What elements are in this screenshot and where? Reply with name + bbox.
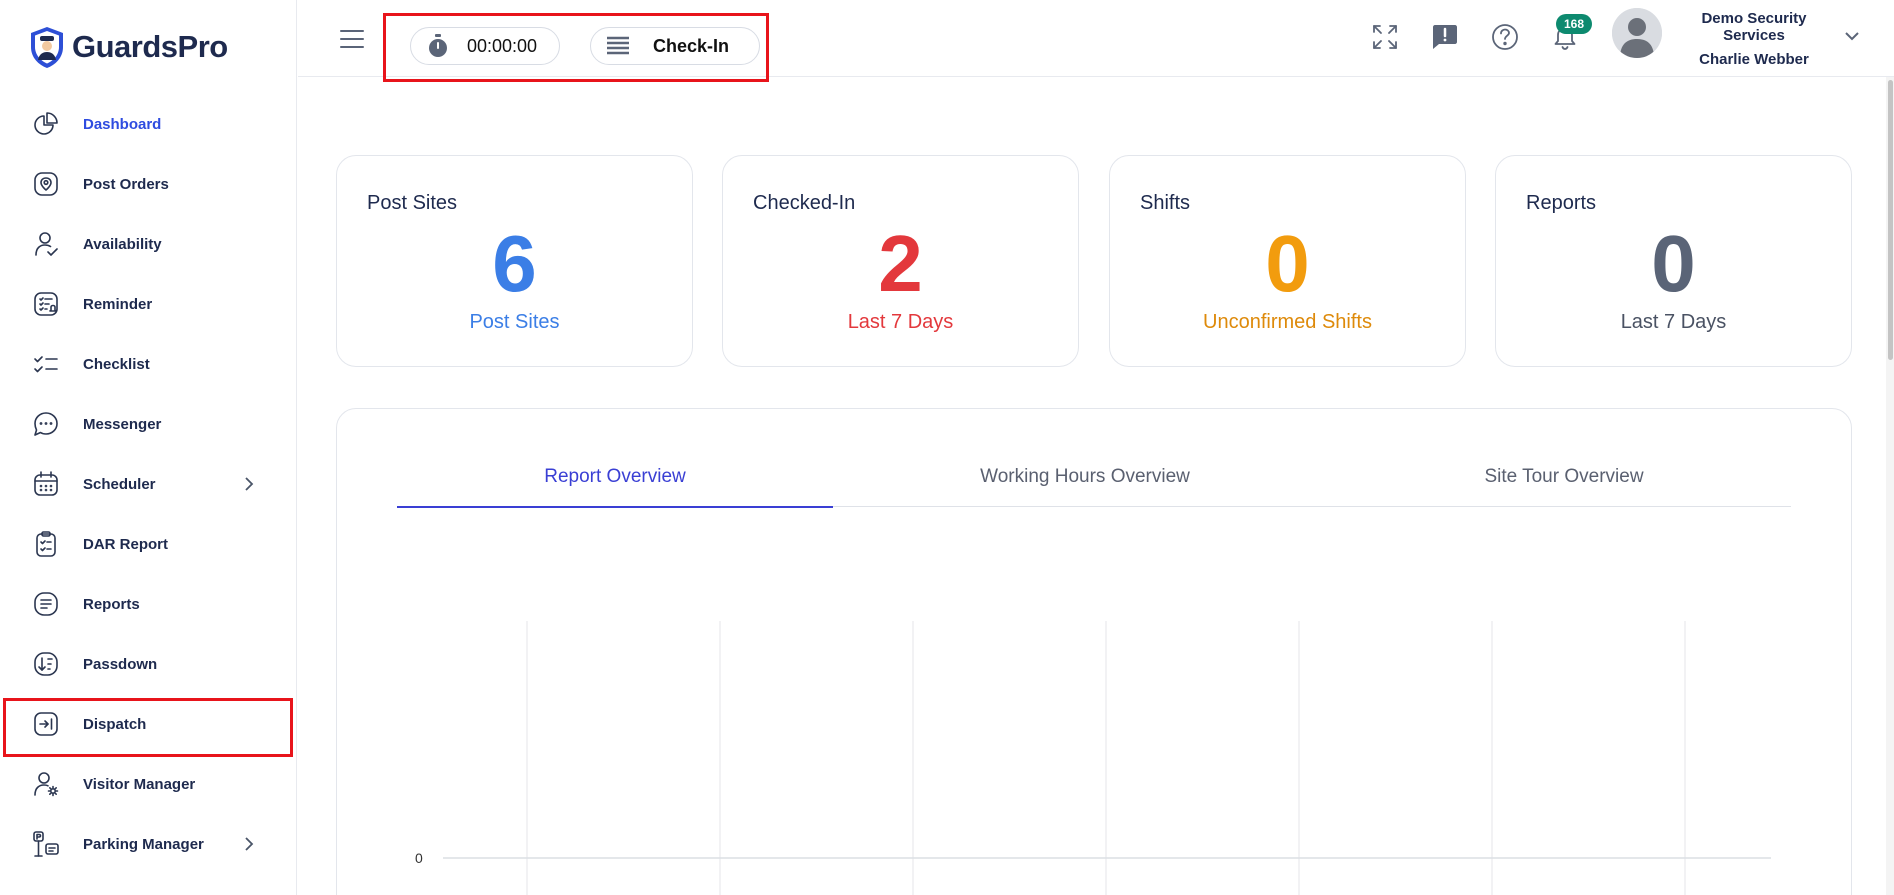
calendar-icon: [32, 470, 60, 498]
pie-chart-icon: [32, 110, 60, 138]
card-value: 6: [492, 219, 537, 308]
list-lines-icon: [605, 33, 631, 59]
hamburger-menu-icon[interactable]: [340, 30, 364, 48]
card-value: 0: [1265, 219, 1310, 308]
sidebar-item-reminder[interactable]: Reminder: [0, 274, 297, 334]
card-subtitle: Last 7 Days: [847, 311, 954, 333]
card-title: Reports: [1526, 192, 1597, 214]
sidebar-item-label: Scheduler: [83, 475, 156, 493]
guard-logo-icon: [31, 27, 63, 68]
sidebar-item-label: Messenger: [83, 415, 162, 433]
card-subtitle: Last 7 Days: [1620, 311, 1727, 333]
card-value: 0: [1651, 219, 1696, 308]
sidebar: GuardsPro Dashboard Post Orders Availabi…: [0, 0, 297, 895]
card-title: Post Sites: [367, 192, 458, 214]
sidebar-item-label: Dispatch: [83, 715, 147, 733]
user-check-icon: [32, 230, 60, 258]
chevron-right-icon[interactable]: [239, 474, 259, 494]
timer-pill[interactable]: 00:00:00: [410, 27, 560, 65]
feedback-icon[interactable]: [1430, 22, 1460, 52]
check-in-label: Check-In: [653, 35, 730, 56]
reminder-list-icon: [32, 290, 60, 318]
sidebar-item-availability[interactable]: Availability: [0, 214, 297, 274]
sidebar-item-label: Dashboard: [83, 115, 162, 133]
sidebar-item-dar-report[interactable]: DAR Report: [0, 514, 297, 574]
sidebar-nav: Dashboard Post Orders Availability Remin…: [0, 94, 297, 874]
sidebar-item-label: Checklist: [83, 355, 150, 373]
app-name: GuardsPro: [72, 29, 228, 64]
help-icon[interactable]: [1490, 22, 1520, 52]
chevron-down-icon[interactable]: [1842, 26, 1862, 46]
report-overview-chart: 0: [337, 409, 1853, 895]
card-subtitle: Unconfirmed Shifts: [1203, 311, 1372, 333]
stopwatch-icon: [425, 33, 451, 59]
timer-value: 00:00:00: [467, 35, 538, 56]
parking-icon: [32, 830, 60, 858]
user-info[interactable]: Demo Security Services Charlie Webber: [1674, 10, 1834, 68]
sidebar-item-label: Reports: [83, 595, 140, 613]
sidebar-item-dashboard[interactable]: Dashboard: [0, 94, 297, 154]
stat-card-post-sites[interactable]: Post Sites 6 Post Sites: [336, 155, 693, 367]
user-name: Charlie Webber: [1699, 51, 1809, 68]
stat-card-checked-in[interactable]: Checked-In 2 Last 7 Days: [722, 155, 1079, 367]
sidebar-item-post-orders[interactable]: Post Orders: [0, 154, 297, 214]
user-gear-icon: [32, 770, 60, 798]
sidebar-item-messenger[interactable]: Messenger: [0, 394, 297, 454]
dispatch-arrow-icon: [32, 710, 60, 738]
document-lines-icon: [32, 590, 60, 618]
user-organization: Demo Security Services: [1701, 10, 1807, 44]
avatar[interactable]: [1612, 8, 1662, 58]
notification-badge: 168: [1556, 14, 1592, 34]
checklist-icon: [32, 350, 60, 378]
sidebar-item-scheduler[interactable]: Scheduler: [0, 454, 297, 514]
sidebar-item-visitor-manager[interactable]: Visitor Manager: [0, 754, 297, 814]
sidebar-item-label: Visitor Manager: [83, 775, 196, 793]
top-header: 00:00:00 Check-In 168 Demo Security Serv…: [298, 0, 1894, 82]
sidebar-item-label: Passdown: [83, 655, 158, 673]
sidebar-item-label: Parking Manager: [83, 835, 204, 853]
sidebar-item-checklist[interactable]: Checklist: [0, 334, 297, 394]
sort-down-icon: [32, 650, 60, 678]
card-title: Shifts: [1140, 192, 1191, 214]
sidebar-item-label: Post Orders: [83, 175, 169, 193]
stat-card-reports[interactable]: Reports 0 Last 7 Days: [1495, 155, 1852, 367]
scrollbar-thumb[interactable]: [1888, 80, 1893, 360]
card-subtitle: Post Sites: [469, 311, 560, 333]
sidebar-item-parking-manager[interactable]: Parking Manager: [0, 814, 297, 874]
card-title: Checked-In: [753, 192, 856, 214]
y-axis-tick-label: 0: [415, 850, 423, 866]
sidebar-item-label: DAR Report: [83, 535, 168, 553]
stat-card-shifts[interactable]: Shifts 0 Unconfirmed Shifts: [1109, 155, 1466, 367]
logo[interactable]: GuardsPro: [28, 25, 228, 69]
chevron-right-icon[interactable]: [239, 834, 259, 854]
fullscreen-icon[interactable]: [1370, 22, 1400, 52]
clipboard-check-icon: [32, 530, 60, 558]
overview-panel: Report Overview Working Hours Overview S…: [336, 408, 1852, 895]
chat-bubble-icon: [32, 410, 60, 438]
card-value: 2: [878, 219, 923, 308]
timer-highlight-box: 00:00:00 Check-In: [383, 13, 769, 82]
sidebar-item-dispatch[interactable]: Dispatch: [0, 694, 297, 754]
chart-grid: [443, 621, 1771, 895]
sidebar-item-label: Reminder: [83, 295, 153, 313]
location-pin-icon: [32, 170, 60, 198]
sidebar-item-label: Availability: [83, 235, 162, 253]
sidebar-item-reports[interactable]: Reports: [0, 574, 297, 634]
check-in-button[interactable]: Check-In: [590, 27, 760, 65]
sidebar-item-passdown[interactable]: Passdown: [0, 634, 297, 694]
